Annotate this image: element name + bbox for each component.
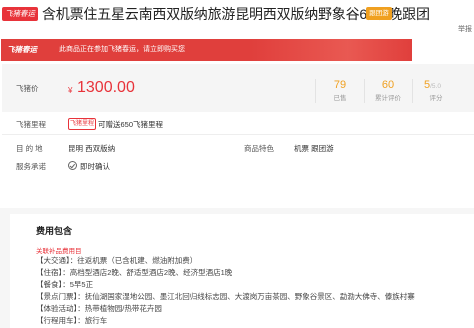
stat-divider	[315, 79, 316, 103]
fee-line: 【景点门票】：抚仙湖国家湿地公园、墨江北回归线标志园、大渡岗万亩茶园、野象谷景区…	[36, 292, 415, 301]
points-badge: 飞猪里程	[68, 118, 96, 130]
fee-line: 【住宿】：高档型酒店2晚、舒适型酒店2晚、经济型酒店1晚	[36, 268, 233, 277]
promo-banner[interactable]: 飞猪春运 此商品正在参加飞猪春运，请立即购买您	[1, 39, 412, 61]
fee-title: 费用包含	[36, 226, 73, 236]
price-value: 1300.00	[77, 79, 135, 96]
fee-line: 【行程用车】：旅行车	[36, 316, 108, 325]
sold-label: 已售	[333, 95, 347, 102]
points-label: 飞猪里程	[16, 120, 46, 129]
feature-label: 商品特色	[244, 144, 274, 153]
rating-max: /5.0	[430, 83, 441, 90]
stat-divider	[364, 79, 365, 103]
rating-label: 评分	[429, 95, 443, 102]
brand-badge: 飞猪春运	[2, 7, 38, 21]
fee-subtitle: 关联补品费用目	[36, 248, 82, 255]
rating-score: 5/5.0	[424, 78, 441, 94]
fee-line: 【餐食】：5早5正	[36, 280, 94, 289]
destination-label: 目 的 地	[16, 144, 43, 153]
currency-symbol: ¥	[68, 86, 73, 95]
destination-value: 昆明 西双版纳	[68, 144, 116, 153]
review-count[interactable]: 60	[368, 78, 408, 92]
service-value: 即时确认	[80, 162, 110, 171]
sold-count: 79	[333, 79, 347, 91]
price-label: 飞猪价	[16, 84, 39, 93]
divider	[2, 134, 474, 135]
feature-value: 机票 跟团游	[294, 144, 334, 153]
promo-text: 此商品正在参加飞猪春运，请立即购买您	[59, 46, 185, 53]
fee-line: 【体验活动】：热带植物园/热带花卉园	[36, 304, 162, 313]
check-circle-icon	[68, 161, 77, 170]
stat-divider	[412, 79, 413, 103]
group-tour-tag: 跟团游	[366, 7, 392, 20]
promo-fade-decoration	[251, 39, 412, 61]
review-label[interactable]: 累计评价	[368, 94, 408, 103]
service-label: 服务承诺	[16, 162, 46, 171]
promo-logo: 飞猪春运	[7, 45, 37, 54]
report-link[interactable]: 举报	[458, 24, 472, 34]
fee-line: 【大交通】：往返机票（已含机建、燃油附加费）	[36, 256, 198, 265]
points-text: 可赠送650飞猪里程	[98, 120, 164, 129]
